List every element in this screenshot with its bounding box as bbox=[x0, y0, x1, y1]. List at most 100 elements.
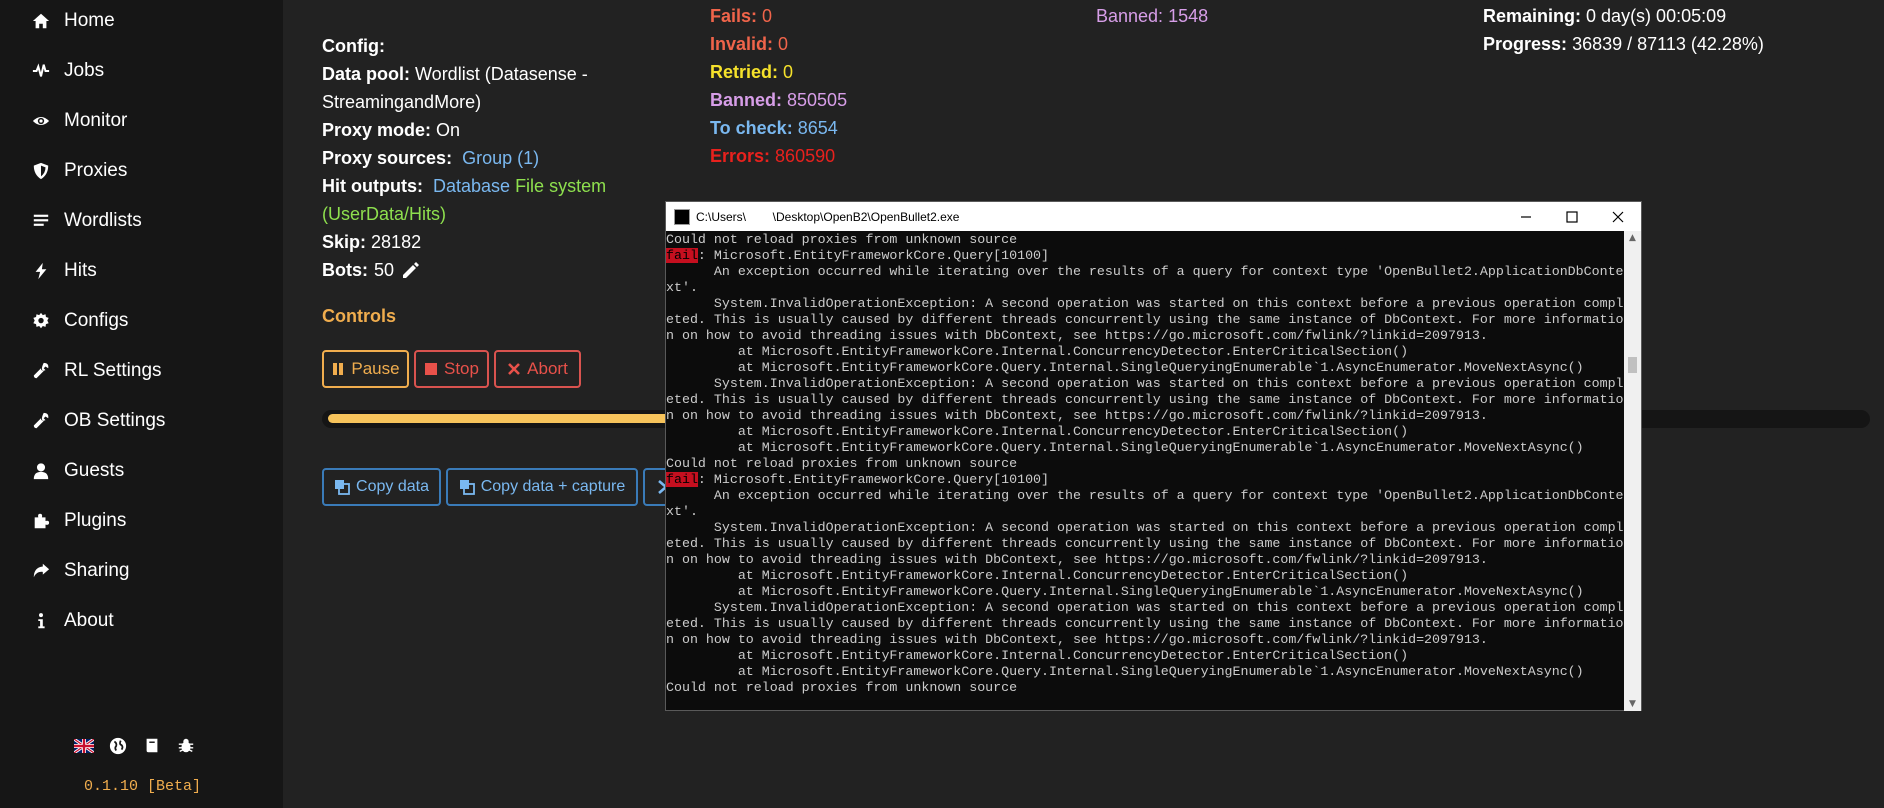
console-line: at Microsoft.EntityFrameworkCore.Interna… bbox=[666, 424, 1626, 440]
list-icon bbox=[30, 210, 52, 232]
console-scrollbar[interactable]: ▲ ▼ bbox=[1624, 231, 1641, 711]
sidebar-item-label: OB Settings bbox=[64, 410, 166, 431]
fail-tag: fail bbox=[666, 248, 698, 263]
sidebar-item-proxies[interactable]: Proxies bbox=[30, 156, 127, 186]
stat-to-check: To check: 8654 bbox=[710, 118, 838, 138]
bots-value: 50 bbox=[374, 260, 395, 280]
console-line: eted. This is usually caused by differen… bbox=[666, 536, 1626, 552]
globe-icon[interactable] bbox=[108, 736, 128, 756]
stat-remaining: Remaining: 0 day(s) 00:05:09 bbox=[1483, 6, 1727, 26]
console-line: fail: Microsoft.EntityFrameworkCore.Quer… bbox=[666, 248, 1626, 264]
maximize-button[interactable] bbox=[1549, 202, 1595, 231]
sidebar-item-about[interactable]: About bbox=[30, 606, 114, 636]
wrench-icon bbox=[30, 360, 52, 382]
stat-banned: Banned: 850505 bbox=[710, 90, 848, 110]
sidebar-item-wordlists[interactable]: Wordlists bbox=[30, 206, 142, 236]
sidebar-item-guests[interactable]: Guests bbox=[30, 456, 124, 486]
uk-flag-icon[interactable] bbox=[74, 736, 94, 756]
stop-label: Stop bbox=[444, 359, 479, 378]
console-line-text: eted. This is usually caused by differen… bbox=[666, 536, 1624, 551]
console-line-text: at Microsoft.EntityFrameworkCore.Query.I… bbox=[666, 664, 1584, 679]
console-line-text: eted. This is usually caused by differen… bbox=[666, 616, 1624, 631]
home-icon bbox=[30, 10, 52, 32]
pause-label: Pause bbox=[351, 359, 400, 378]
console-line-text: n on how to avoid threading issues with … bbox=[666, 632, 1488, 647]
sidebar-item-plugins[interactable]: Plugins bbox=[30, 506, 126, 536]
copy-icon bbox=[335, 480, 350, 495]
console-line: eted. This is usually caused by differen… bbox=[666, 392, 1626, 408]
stop-button[interactable]: Stop bbox=[414, 350, 489, 388]
close-button[interactable] bbox=[1595, 202, 1641, 231]
sidebar-item-rl-settings[interactable]: RL Settings bbox=[30, 356, 162, 386]
proxy-sources-label: Proxy sources: bbox=[322, 148, 453, 168]
console-line: System.InvalidOperationException: A seco… bbox=[666, 296, 1626, 312]
sidebar-item-label: Wordlists bbox=[64, 210, 142, 231]
close-icon bbox=[1612, 211, 1624, 222]
scroll-thumb[interactable] bbox=[1628, 357, 1637, 373]
book-icon[interactable] bbox=[142, 736, 162, 756]
console-line: An exception occurred while iterating ov… bbox=[666, 264, 1626, 280]
data-pool-value-cont: StreamingandMore) bbox=[322, 92, 482, 112]
sidebar-footer bbox=[74, 736, 196, 756]
console-app-icon bbox=[674, 208, 690, 225]
sidebar-item-home[interactable]: Home bbox=[30, 6, 115, 36]
sidebar-item-hits[interactable]: Hits bbox=[30, 256, 97, 286]
console-line: fail: Microsoft.EntityFrameworkCore.Quer… bbox=[666, 472, 1626, 488]
console-line-text: System.InvalidOperationException: A seco… bbox=[666, 376, 1624, 391]
console-line: at Microsoft.EntityFrameworkCore.Interna… bbox=[666, 648, 1626, 664]
console-titlebar[interactable]: C:\Users\ \Desktop\OpenB2\OpenBullet2.ex… bbox=[666, 202, 1641, 231]
stat-errors: Errors: 860590 bbox=[710, 146, 836, 166]
hit-outputs-label: Hit outputs: bbox=[322, 176, 423, 196]
fail-tag: fail bbox=[666, 472, 698, 487]
abort-button[interactable]: Abort bbox=[494, 350, 581, 388]
console-line-text: at Microsoft.EntityFrameworkCore.Query.I… bbox=[666, 360, 1584, 375]
console-line-text: Could not reload proxies from unknown so… bbox=[666, 680, 1018, 695]
console-line-text: at Microsoft.EntityFrameworkCore.Query.I… bbox=[666, 440, 1584, 455]
pulse-icon bbox=[30, 60, 52, 82]
copy-data-label: Copy data bbox=[356, 478, 429, 495]
pause-button[interactable]: Pause bbox=[322, 350, 409, 388]
sidebar-item-configs[interactable]: Configs bbox=[30, 306, 128, 336]
console-line-text: An exception occurred while iterating ov… bbox=[666, 488, 1624, 503]
proxy-sources-link[interactable]: Group (1) bbox=[462, 148, 539, 168]
console-line: at Microsoft.EntityFrameworkCore.Query.I… bbox=[666, 664, 1626, 680]
pause-icon bbox=[333, 363, 344, 375]
console-line-text: xt'. bbox=[666, 504, 698, 519]
console-title: C:\Users\ \Desktop\OpenB2\OpenBullet2.ex… bbox=[696, 209, 960, 224]
sidebar-item-monitor[interactable]: Monitor bbox=[30, 106, 127, 136]
minimize-button[interactable] bbox=[1503, 202, 1549, 231]
hit-output-file-path: (UserData/Hits) bbox=[322, 204, 447, 224]
controls-title: Controls bbox=[322, 306, 396, 326]
scroll-down-icon[interactable]: ▼ bbox=[1624, 697, 1641, 711]
eye-icon bbox=[30, 110, 52, 132]
bug-icon[interactable] bbox=[176, 736, 196, 756]
sidebar-item-label: RL Settings bbox=[64, 360, 162, 381]
console-line-text: n on how to avoid threading issues with … bbox=[666, 328, 1488, 343]
copy-data-capture-button[interactable]: Copy data + capture bbox=[446, 468, 638, 506]
scroll-up-icon[interactable]: ▲ bbox=[1624, 231, 1641, 245]
sidebar-item-label: Proxies bbox=[64, 160, 128, 181]
console-line: n on how to avoid threading issues with … bbox=[666, 328, 1626, 344]
console-line: System.InvalidOperationException: A seco… bbox=[666, 376, 1626, 392]
copy-data-button[interactable]: Copy data bbox=[322, 468, 441, 506]
hit-output-database: Database bbox=[432, 176, 511, 196]
bots-row: Bots: 50 bbox=[322, 260, 420, 281]
sidebar-item-label: Hits bbox=[64, 260, 97, 281]
sidebar-item-label: Guests bbox=[64, 460, 125, 481]
sidebar-item-sharing[interactable]: Sharing bbox=[30, 556, 130, 586]
sidebar-item-jobs[interactable]: Jobs bbox=[30, 56, 104, 86]
minimize-icon bbox=[1521, 215, 1531, 218]
hit-output-file-system: File system bbox=[515, 176, 607, 196]
proxy-mode-value: On bbox=[436, 120, 461, 140]
stat-invalid: Invalid: 0 bbox=[710, 34, 789, 54]
pencil-icon[interactable] bbox=[400, 261, 420, 281]
maximize-icon bbox=[1566, 210, 1578, 223]
console-line: Could not reload proxies from unknown so… bbox=[666, 680, 1626, 696]
sidebar-item-label: Jobs bbox=[64, 60, 105, 81]
data-pool-label: Data pool: bbox=[322, 64, 410, 84]
console-line-text: : Microsoft.EntityFrameworkCore.Query[10… bbox=[697, 472, 1050, 487]
console-line: Could not reload proxies from unknown so… bbox=[666, 232, 1626, 248]
data-pool-row: Data pool: Wordlist (Datasense - bbox=[322, 64, 588, 85]
sidebar-item-ob-settings[interactable]: OB Settings bbox=[30, 406, 165, 436]
console-window[interactable]: C:\Users\ \Desktop\OpenB2\OpenBullet2.ex… bbox=[665, 201, 1642, 711]
